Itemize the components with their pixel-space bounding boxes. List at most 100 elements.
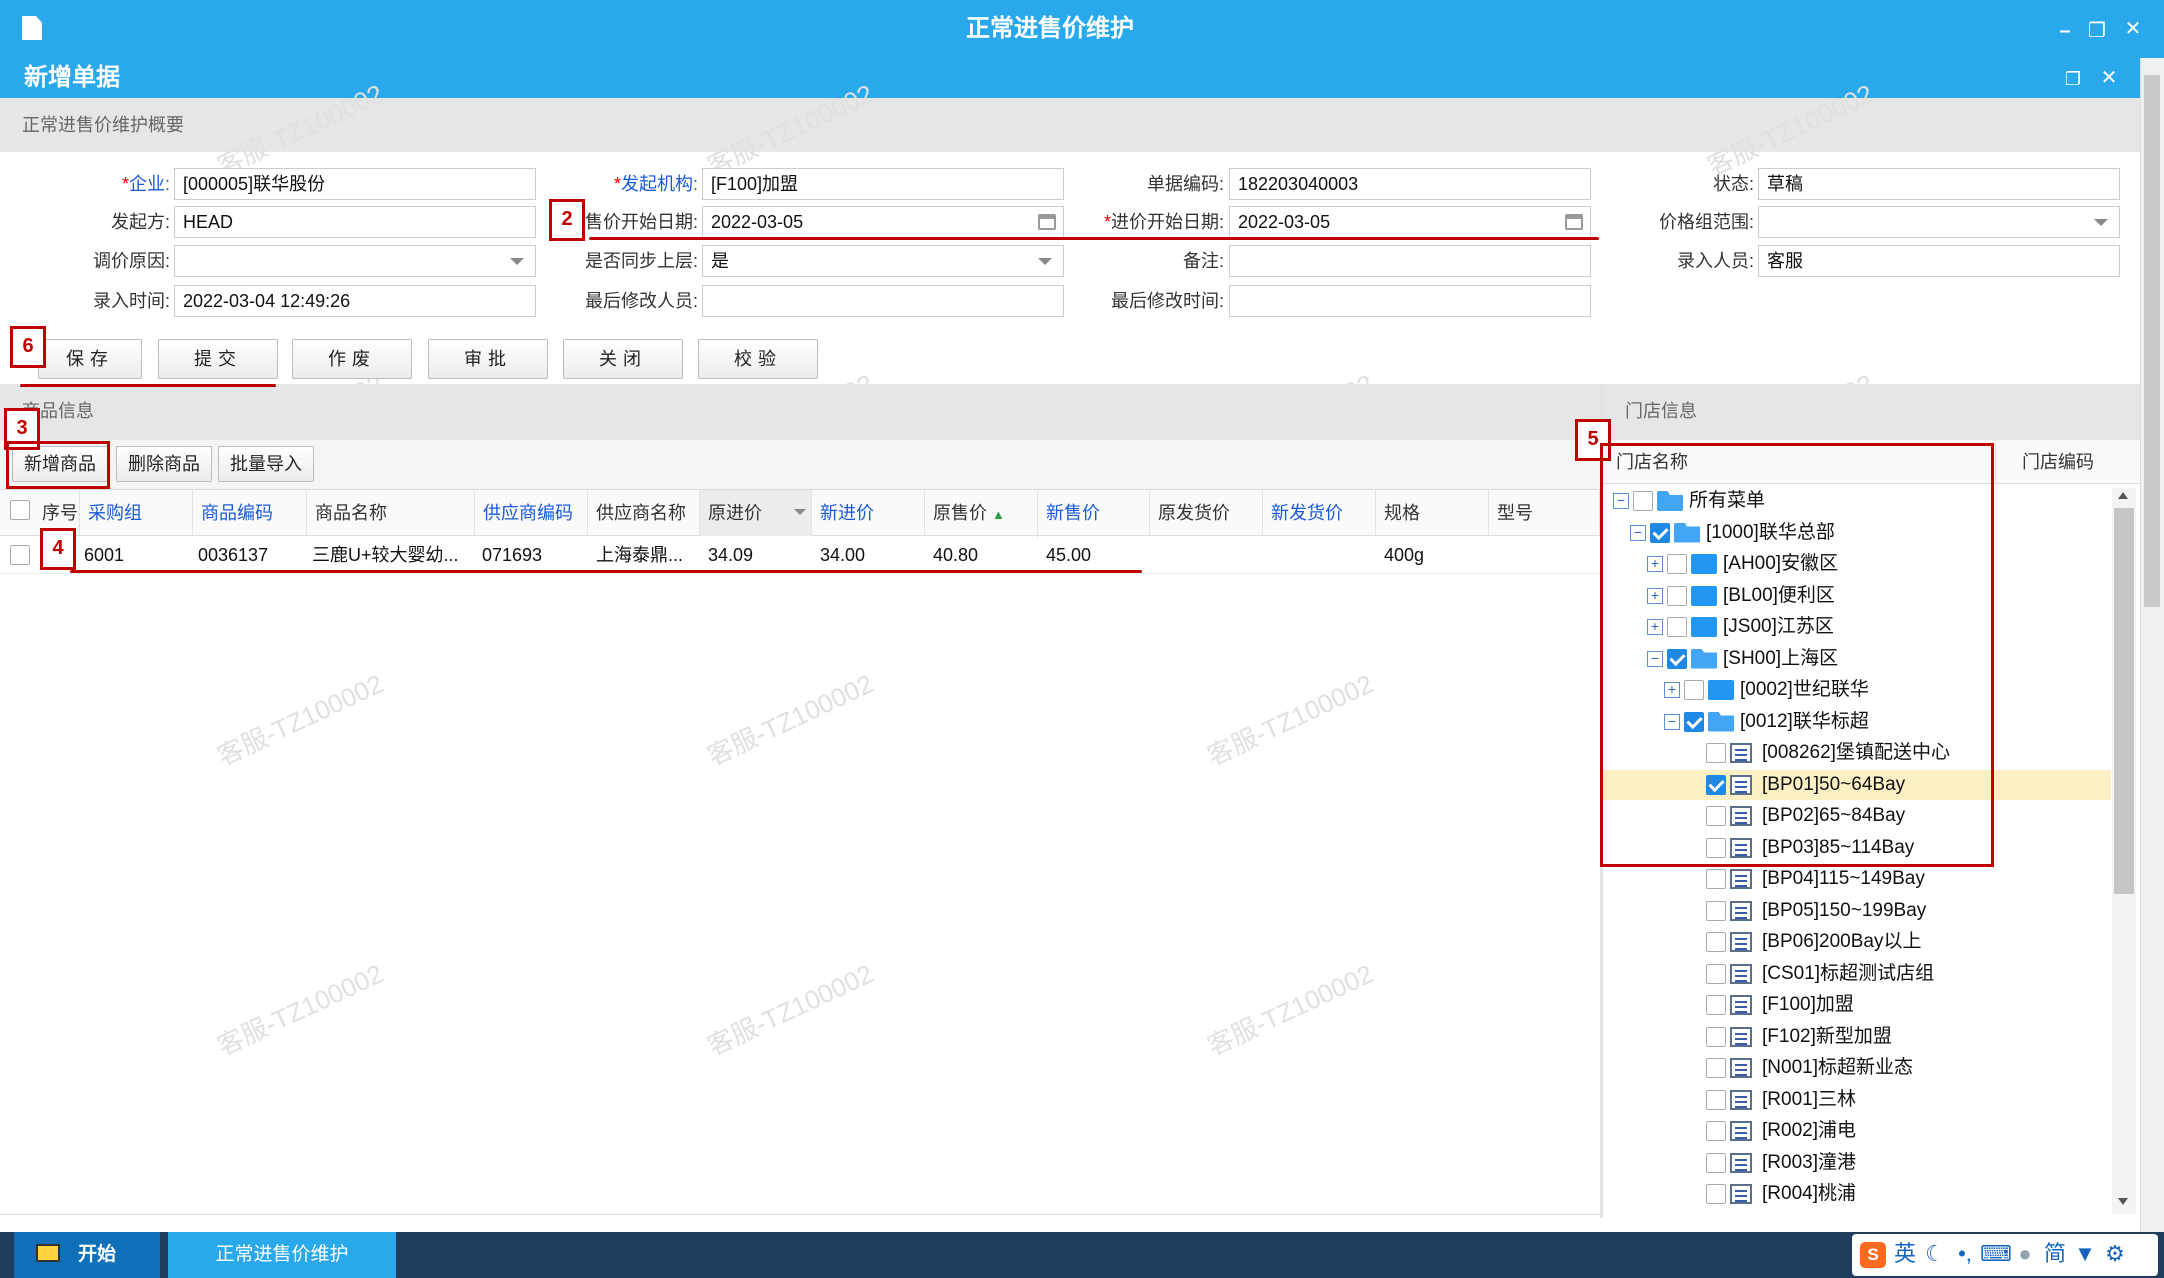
- close-button[interactable]: 关闭: [563, 339, 683, 379]
- calendar-icon[interactable]: [1565, 214, 1583, 230]
- annotation-4: 4: [40, 528, 76, 570]
- tree-checkbox[interactable]: [1706, 1089, 1726, 1110]
- tree-checkbox[interactable]: [1706, 900, 1726, 921]
- tree-node[interactable]: [R003]潼港: [1603, 1148, 2111, 1178]
- tree-checkbox[interactable]: [1706, 1184, 1726, 1204]
- skin-icon[interactable]: ▼: [2070, 1234, 2100, 1274]
- reason-select[interactable]: [174, 245, 536, 277]
- org-label: *发起机构:: [613, 174, 698, 194]
- cell-group: 6001: [84, 545, 125, 565]
- sale-start-field[interactable]: 2022-03-05: [702, 206, 1064, 238]
- tree-checkbox[interactable]: [1706, 869, 1726, 889]
- select-all-checkbox[interactable]: [10, 500, 30, 520]
- price-group-select[interactable]: [1758, 206, 2120, 238]
- entry-time-field[interactable]: 2022-03-04 12:49:26: [174, 285, 536, 317]
- doc-close-icon[interactable]: ✕: [2094, 63, 2124, 93]
- purchase-start-field[interactable]: 2022-03-05: [1229, 206, 1591, 238]
- tree-checkbox[interactable]: [1706, 1058, 1726, 1078]
- app-window: 正常进售价维护 – ❐ ✕ 新增单据 ❐ ✕ 正常进售价维护概要 客服-TZ10…: [0, 0, 2164, 1278]
- entry-user-field[interactable]: 客服: [1758, 245, 2120, 277]
- stores-header: 门店信息: [1603, 384, 2140, 440]
- tree-node[interactable]: [R001]三林: [1603, 1085, 2111, 1115]
- restore-icon[interactable]: ❐: [2082, 16, 2112, 46]
- sort-menu-icon[interactable]: [794, 509, 806, 515]
- column-header-store-code[interactable]: 门店编码: [2014, 440, 2140, 484]
- column-header[interactable]: 商品名称: [307, 490, 475, 536]
- keyboard-icon[interactable]: ⌨: [1980, 1234, 2012, 1274]
- column-header[interactable]: 采购组: [80, 490, 193, 536]
- tree-checkbox[interactable]: [1706, 995, 1726, 1015]
- doc-restore-icon[interactable]: ❐: [2058, 64, 2088, 94]
- calendar-icon[interactable]: [1038, 214, 1056, 230]
- table-row[interactable]: 1 6001 0036137 三鹿U+较大婴幼... 071693 上海泰鼎..…: [0, 536, 1600, 574]
- column-header[interactable]: 新发货价: [1263, 490, 1376, 536]
- tree-node[interactable]: [BP06]200Bay以上: [1603, 927, 2111, 957]
- tree-checkbox[interactable]: [1706, 963, 1726, 984]
- doc-no-field[interactable]: 182203040003: [1229, 168, 1591, 200]
- chevron-down-icon[interactable]: [2094, 219, 2108, 226]
- tree-node[interactable]: [F102]新型加盟: [1603, 1022, 2111, 1052]
- close-icon[interactable]: ✕: [2118, 14, 2148, 44]
- cell-new-purchase[interactable]: 34.00: [812, 536, 925, 574]
- annotation-underline: [589, 237, 1599, 240]
- chevron-down-icon[interactable]: [1038, 258, 1052, 265]
- start-button[interactable]: 开始: [14, 1232, 160, 1278]
- org-field[interactable]: [F100]加盟: [702, 168, 1064, 200]
- column-header[interactable]: 型号: [1489, 490, 1600, 536]
- user-icon[interactable]: ●: [2010, 1234, 2040, 1274]
- tree-checkbox[interactable]: [1706, 1121, 1726, 1141]
- column-header[interactable]: 原售价 ▲: [925, 490, 1038, 538]
- column-header[interactable]: 商品编码: [193, 490, 307, 536]
- column-header[interactable]: 原发货价: [1150, 490, 1263, 536]
- status-field[interactable]: 草稿: [1758, 168, 2120, 200]
- watermark: 客服-TZ100002: [1202, 958, 1378, 1062]
- tree-node[interactable]: [CS01]标超测试店组: [1603, 959, 2111, 989]
- tree-checkbox[interactable]: [1706, 1152, 1726, 1173]
- column-header[interactable]: 新售价: [1038, 490, 1150, 536]
- save-button[interactable]: 保存: [38, 339, 142, 379]
- ime-lang-toggle[interactable]: 英: [1890, 1234, 1920, 1274]
- tree-node-label: [F100]加盟: [1762, 994, 1854, 1015]
- batch-import-button[interactable]: 批量导入: [218, 446, 314, 482]
- tree-scroll-thumb[interactable]: [2114, 508, 2134, 894]
- column-header[interactable]: 供应商编码: [475, 490, 588, 536]
- last-modify-time-field[interactable]: [1229, 285, 1591, 317]
- tree-node[interactable]: [R004]桃浦: [1603, 1179, 2111, 1209]
- sogou-icon[interactable]: S: [1860, 1242, 1886, 1268]
- submit-button[interactable]: 提交: [158, 339, 278, 379]
- tree-checkbox[interactable]: [1706, 1026, 1726, 1047]
- delete-goods-button[interactable]: 删除商品: [116, 446, 212, 482]
- annotation-6: 6: [10, 326, 46, 368]
- punctuation-icon[interactable]: •,: [1950, 1234, 1980, 1274]
- annotation-box: [1600, 443, 1994, 867]
- scroll-down-icon[interactable]: [2118, 1198, 2128, 1205]
- tree-node[interactable]: [N001]标超新业态: [1603, 1053, 2111, 1083]
- store-group-icon: [1730, 900, 1752, 921]
- chevron-down-icon[interactable]: [510, 258, 524, 265]
- last-modifier-field[interactable]: [702, 285, 1064, 317]
- column-header[interactable]: 规格: [1376, 490, 1489, 536]
- company-field[interactable]: [000005]联华股份: [174, 168, 536, 200]
- tree-node[interactable]: [BP05]150~199Bay: [1603, 896, 2111, 926]
- moon-icon[interactable]: ☾: [1920, 1234, 1950, 1274]
- remark-field[interactable]: [1229, 245, 1591, 277]
- initiator-field[interactable]: HEAD: [174, 206, 536, 238]
- outer-scroll-thumb[interactable]: [2144, 75, 2160, 607]
- scroll-up-icon[interactable]: [2118, 492, 2128, 499]
- verify-button[interactable]: 校验: [698, 339, 818, 379]
- tree-checkbox[interactable]: [1706, 932, 1726, 952]
- tree-node[interactable]: [R002]浦电: [1603, 1116, 2111, 1146]
- approve-button[interactable]: 审批: [428, 339, 548, 379]
- taskbar-item[interactable]: 正常进售价维护: [168, 1232, 396, 1278]
- row-checkbox[interactable]: [10, 545, 30, 565]
- gear-icon[interactable]: ⚙: [2100, 1234, 2130, 1274]
- cell-new-sale[interactable]: 45.00: [1038, 536, 1150, 574]
- tree-node[interactable]: [BP04]115~149Bay: [1603, 864, 2111, 894]
- column-header[interactable]: 新进价: [812, 490, 925, 536]
- sync-select[interactable]: 是: [702, 245, 1064, 277]
- minimize-icon[interactable]: –: [2050, 16, 2080, 46]
- column-header[interactable]: 供应商名称: [588, 490, 700, 536]
- void-button[interactable]: 作废: [292, 339, 412, 379]
- tree-node[interactable]: [F100]加盟: [1603, 990, 2111, 1020]
- ime-simplified-toggle[interactable]: 简: [2040, 1234, 2070, 1274]
